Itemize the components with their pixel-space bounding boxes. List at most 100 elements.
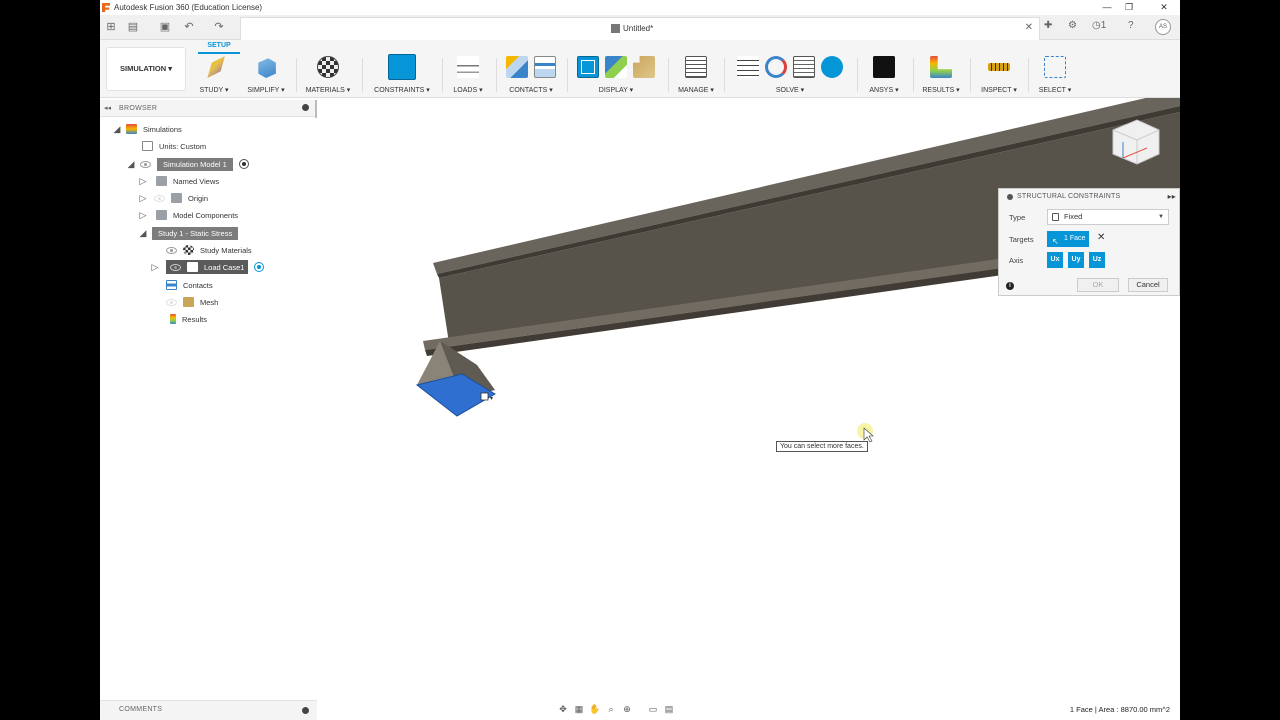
visibility-eye-icon[interactable] (166, 246, 177, 254)
targets-selection-button[interactable]: ↖ 1 Face (1047, 231, 1089, 247)
info-icon[interactable] (821, 56, 843, 78)
constraints-group[interactable]: CONSTRAINTS ▾ (370, 54, 434, 98)
tree-item-simulation-model[interactable]: ◢ Simulation Model 1 (126, 156, 249, 172)
activate-radio-icon[interactable] (254, 262, 265, 272)
expand-toggle-icon[interactable]: ▷ (138, 210, 148, 221)
structural-load-icon[interactable] (457, 56, 479, 78)
maximize-icon[interactable]: ❐ (1122, 2, 1136, 13)
redo-icon[interactable]: ↷ (212, 20, 226, 34)
expand-toggle-icon[interactable]: ◢ (138, 228, 148, 239)
tree-item-study-materials[interactable]: Study Materials (166, 242, 252, 258)
visibility-eye-icon[interactable] (170, 263, 181, 271)
display-loads-icon[interactable] (633, 56, 655, 78)
contacts-group[interactable]: CONTACTS ▾ (501, 54, 561, 98)
close-window-icon[interactable]: ✕ (1157, 2, 1171, 13)
pan-icon[interactable]: ✋ (589, 704, 601, 715)
expand-toggle-icon[interactable]: ◢ (112, 124, 122, 135)
display-group[interactable]: DISPLAY ▾ (570, 54, 662, 98)
visibility-eye-icon[interactable] (166, 298, 177, 306)
ok-button[interactable]: OK (1077, 278, 1119, 292)
tab-setup[interactable]: SETUP (198, 42, 240, 49)
axis-ux-toggle[interactable]: Ux (1047, 252, 1063, 268)
display-settings-icon[interactable]: ▭ (647, 704, 659, 715)
expand-toggle-icon[interactable]: ▷ (138, 176, 148, 187)
type-select[interactable]: Fixed ▼ (1047, 209, 1169, 225)
tree-item-model-components[interactable]: ▷ Model Components (138, 207, 238, 223)
viewcube-icon[interactable] (1112, 119, 1160, 165)
structural-constraint-icon[interactable] (388, 54, 416, 80)
ansys-icon[interactable] (873, 56, 895, 78)
solve-refresh-icon[interactable] (765, 56, 787, 78)
file-menu-icon[interactable]: ▤ (126, 20, 140, 34)
dialog-collapse-icon[interactable] (1007, 194, 1013, 200)
browser-options-icon[interactable] (302, 104, 309, 111)
select-icon[interactable] (1044, 56, 1066, 78)
materials-icon[interactable] (317, 56, 339, 78)
orbit-icon[interactable]: ✥ (557, 704, 569, 715)
display-layout-icon[interactable] (577, 56, 599, 78)
automatic-contacts-icon[interactable] (506, 56, 528, 78)
tree-item-simulations[interactable]: ◢ Simulations (112, 121, 182, 137)
select-group[interactable]: SELECT ▾ (1034, 54, 1076, 98)
close-tab-icon[interactable]: ✕ (1025, 22, 1033, 33)
app-grid-icon[interactable]: ⊞ (104, 20, 118, 34)
simplify-group[interactable]: SIMPLIFY ▾ (246, 54, 286, 98)
tree-item-units[interactable]: Units: Custom (142, 138, 206, 154)
tree-item-mesh[interactable]: Mesh (166, 294, 218, 310)
tree-item-contacts[interactable]: Contacts (166, 277, 213, 293)
materials-group[interactable]: MATERIALS ▾ (303, 54, 353, 98)
tree-item-origin[interactable]: ▷ Origin (138, 190, 208, 206)
expand-toggle-icon[interactable]: ◢ (126, 159, 136, 170)
workspace-switcher-button[interactable]: SIMULATION ▾ (106, 47, 186, 91)
results-icon[interactable] (930, 56, 952, 78)
dialog-header[interactable]: STRUCTURAL CONSTRAINTS ▸▸ (999, 189, 1179, 204)
settings-sheet-icon[interactable] (685, 56, 707, 78)
fit-icon[interactable]: ⊕ (621, 704, 633, 715)
loads-group[interactable]: LOADS ▾ (448, 54, 488, 98)
lock-dropdown-icon[interactable]: ▾ (490, 396, 493, 402)
info-icon[interactable]: i (1006, 282, 1014, 290)
axis-uz-toggle[interactable]: Uz (1089, 252, 1105, 268)
grid-settings-icon[interactable]: ▤ (663, 704, 675, 715)
tree-item-load-case[interactable]: ▷ Load Case1 (150, 259, 265, 275)
constraint-lock-icon[interactable] (480, 392, 489, 401)
manual-contacts-icon[interactable] (534, 56, 556, 78)
activate-radio-icon[interactable] (238, 159, 249, 169)
inspect-group[interactable]: INSPECT ▾ (976, 54, 1022, 98)
job-status-icon[interactable]: ◷1 (1092, 20, 1106, 31)
ansys-group[interactable]: ANSYS ▾ (862, 54, 906, 98)
solve-group[interactable]: SOLVE ▾ (730, 54, 850, 98)
collapse-browser-icon[interactable]: ◂◂ (104, 104, 111, 112)
look-at-icon[interactable]: ▦ (573, 704, 585, 715)
axis-uy-toggle[interactable]: Uy (1068, 252, 1084, 268)
display-constraints-icon[interactable] (605, 56, 627, 78)
help-icon[interactable]: ? (1128, 20, 1134, 31)
study-group[interactable]: STUDY ▾ (196, 54, 232, 98)
tree-item-study[interactable]: ◢ Study 1 - Static Stress (138, 225, 239, 241)
tree-item-named-views[interactable]: ▷ Named Views (138, 173, 219, 189)
clear-selection-icon[interactable]: ✕ (1097, 232, 1105, 243)
undo-icon[interactable]: ↶ (182, 20, 196, 34)
new-tab-icon[interactable]: ✚ (1044, 20, 1052, 31)
expand-toggle-icon[interactable]: ▷ (138, 193, 148, 204)
new-study-icon[interactable] (207, 56, 225, 78)
avatar[interactable]: AS (1155, 19, 1171, 35)
simplify-icon[interactable] (258, 58, 276, 78)
visibility-eye-icon[interactable] (140, 160, 151, 168)
add-comment-icon[interactable] (302, 707, 309, 714)
manage-group[interactable]: MANAGE ▾ (675, 54, 717, 98)
results-group[interactable]: RESULTS ▾ (918, 54, 964, 98)
visibility-eye-icon[interactable] (154, 194, 165, 202)
minimize-icon[interactable]: — (1100, 2, 1114, 12)
document-tab[interactable]: Untitled* ✕ (240, 17, 1040, 40)
cancel-button[interactable]: Cancel (1128, 278, 1168, 292)
extensions-icon[interactable]: ⚙ (1068, 20, 1077, 31)
save-icon[interactable]: ▣ (158, 20, 172, 34)
zoom-icon[interactable]: ⌕ (605, 704, 617, 715)
expand-toggle-icon[interactable]: ▷ (150, 262, 160, 273)
pre-check-icon[interactable] (737, 56, 759, 78)
measure-icon[interactable] (988, 63, 1010, 71)
solve-details-icon[interactable] (793, 56, 815, 78)
tree-item-results[interactable]: Results (170, 311, 207, 327)
dialog-expand-icon[interactable]: ▸▸ (1168, 192, 1176, 201)
